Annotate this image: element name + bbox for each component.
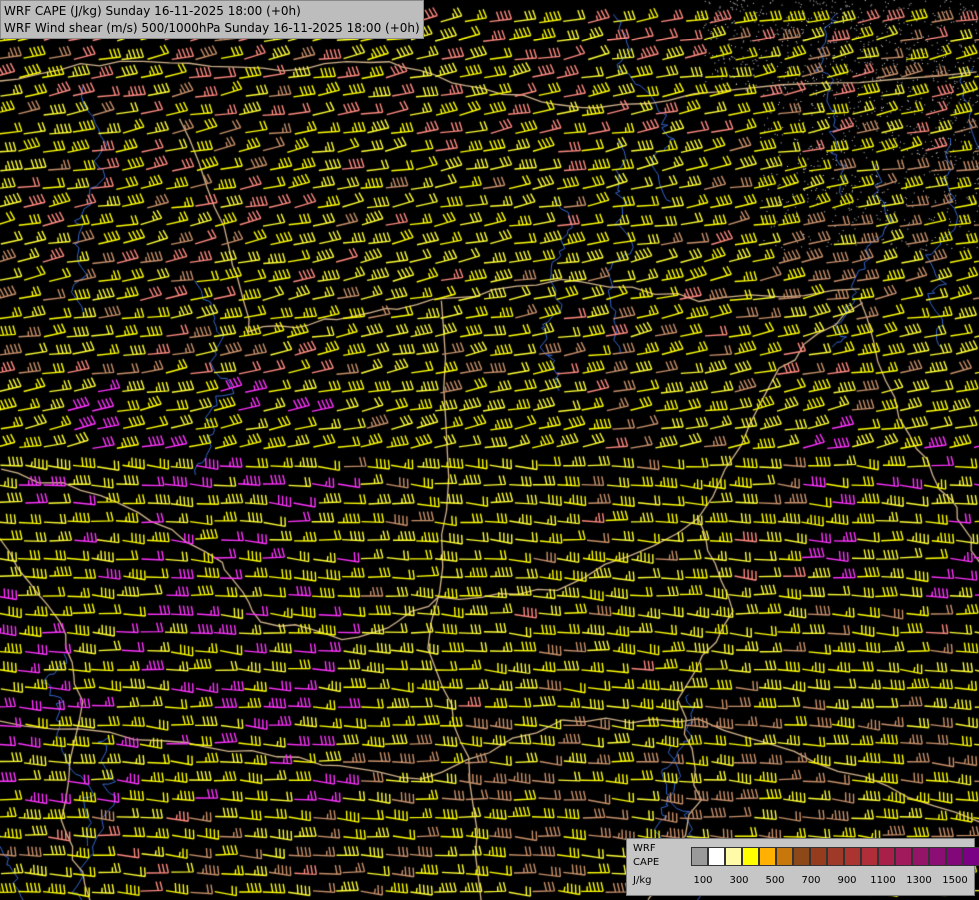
legend-tick: 1300 [906,875,932,886]
legend-swatch [946,847,963,866]
legend-tick: 300 [729,875,749,886]
legend-label-unit: J/kg [633,875,652,886]
legend-tick: 1500 [942,875,968,886]
legend-swatch [878,847,895,866]
legend-swatch [912,847,929,866]
legend-swatch [895,847,912,866]
map-title-box: WRF CAPE (J/kg) Sunday 16-11-2025 18:00 … [0,0,424,39]
legend-swatch [708,847,725,866]
cape-title: WRF CAPE (J/kg) Sunday 16-11-2025 18:00 … [4,4,301,18]
cape-legend: WRF CAPE J/kg 100 300 500 700 900 1100 1300 150… [626,838,979,896]
legend-tick: 700 [801,875,821,886]
legend-swatch [793,847,810,866]
legend-label-field: CAPE [633,857,660,868]
legend-swatch [929,847,946,866]
legend-tick-labels: 100 300 500 700 900 1100 1300 1500 [681,875,971,889]
legend-swatch [963,847,979,866]
legend-swatch [861,847,878,866]
wind-shear-cape-map [0,0,979,900]
wind-shear-title: WRF Wind shear (m/s) 500/1000hPa Sunday … [4,21,420,35]
legend-swatch [725,847,742,866]
legend-color-scale [691,847,979,866]
legend-label-model: WRF [633,843,656,854]
legend-swatch [759,847,776,866]
legend-tick: 500 [765,875,785,886]
legend-swatch [810,847,827,866]
legend-tick: 900 [837,875,857,886]
legend-swatch [742,847,759,866]
legend-swatch [844,847,861,866]
legend-swatch [827,847,844,866]
legend-swatch [776,847,793,866]
legend-tick: 1100 [870,875,896,886]
legend-swatch [691,847,708,866]
legend-tick: 100 [693,875,713,886]
